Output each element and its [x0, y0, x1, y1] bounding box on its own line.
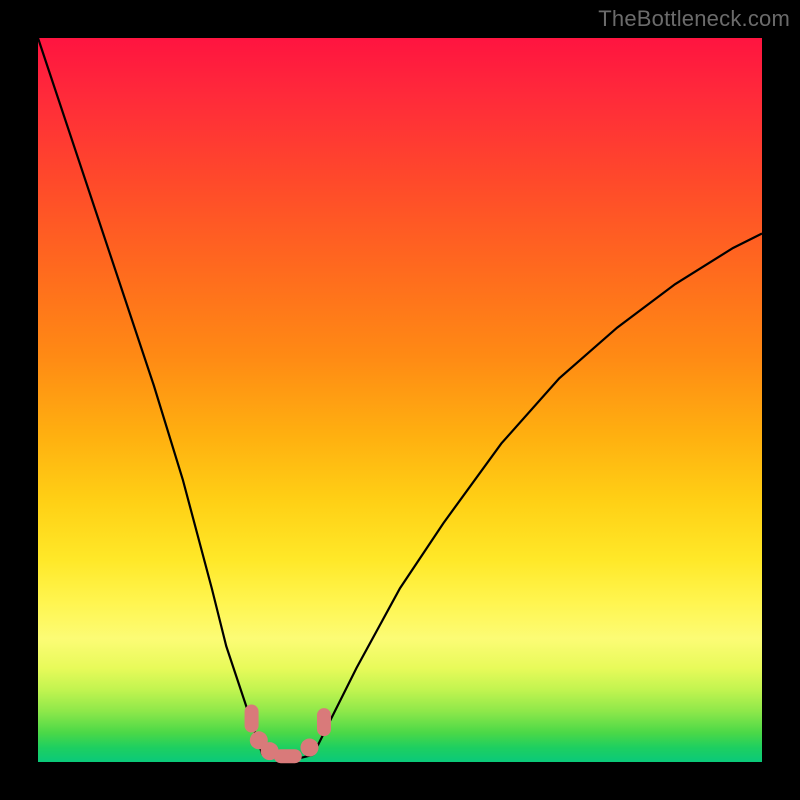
marker: [301, 739, 319, 757]
plot-area: [38, 38, 762, 762]
outer-frame: TheBottleneck.com: [0, 0, 800, 800]
marker: [274, 749, 302, 763]
left-branch-curve: [38, 38, 262, 755]
right-branch-curve: [313, 233, 762, 754]
marker: [245, 705, 259, 733]
markers-group: [245, 705, 331, 764]
watermark-text: TheBottleneck.com: [598, 6, 790, 32]
marker: [317, 708, 331, 736]
chart-svg: [38, 38, 762, 762]
